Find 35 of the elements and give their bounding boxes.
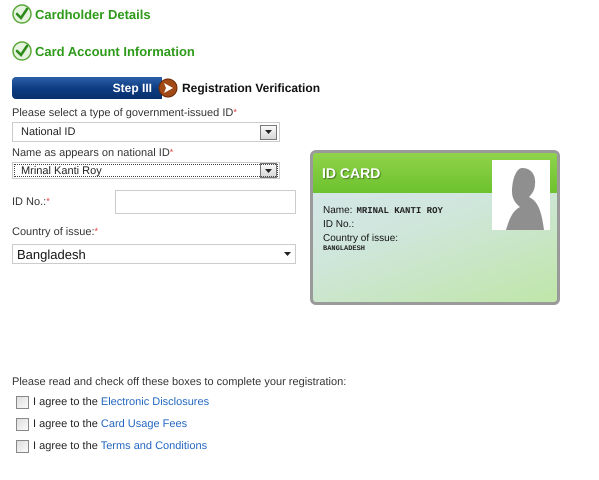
card-title: ID CARD <box>322 165 380 181</box>
step-title: Registration Verification <box>182 81 320 95</box>
caret-icon <box>265 168 272 172</box>
link[interactable]: Card Usage Fees <box>100 418 188 430</box>
link[interactable]: Terms and Conditions <box>100 440 208 452</box>
dropdown-button[interactable] <box>260 124 277 140</box>
check-icon <box>12 4 32 24</box>
instructions-text: Please read and check off these boxes to complete your registration: <box>12 376 348 388</box>
field-label: Name as appears on national ID* <box>12 147 174 159</box>
dropdown-button[interactable] <box>260 163 277 178</box>
agreement-text: I agree to the Card Usage Fees <box>33 418 188 430</box>
card-label: Country of issue: <box>323 233 400 244</box>
caret-icon <box>265 130 272 134</box>
step-title: Card Account Information <box>35 44 195 58</box>
checkbox[interactable] <box>16 440 29 452</box>
check-icon <box>12 41 32 61</box>
step-title: Cardholder Details <box>35 6 151 22</box>
step-badge: Step III <box>12 77 162 99</box>
field-label: Please select a type of government-issued ID* <box>12 107 238 119</box>
link[interactable]: Electronic Disclosures <box>100 396 210 408</box>
card-label: Name: <box>323 205 352 216</box>
agreement-text: I agree to the Electronic Disclosures <box>33 396 210 408</box>
checkbox[interactable] <box>16 418 29 430</box>
checkbox[interactable] <box>16 396 29 408</box>
dropdown[interactable]: Bangladesh <box>12 244 296 264</box>
dropdown[interactable]: National ID <box>12 122 280 142</box>
dropdown[interactable]: Mrinal Kanti Roy <box>12 162 280 179</box>
agreement-text: I agree to the Terms and Conditions <box>33 440 208 452</box>
field-label: ID No.:* <box>12 196 50 208</box>
input-field[interactable] <box>115 190 296 214</box>
field-label: Country of issue:* <box>12 226 100 238</box>
person-silhouette-icon <box>492 160 550 230</box>
card-label: ID No.: <box>323 219 354 230</box>
caret-icon <box>284 252 291 256</box>
card-value: MRINAL KANTI ROY <box>356 206 443 216</box>
